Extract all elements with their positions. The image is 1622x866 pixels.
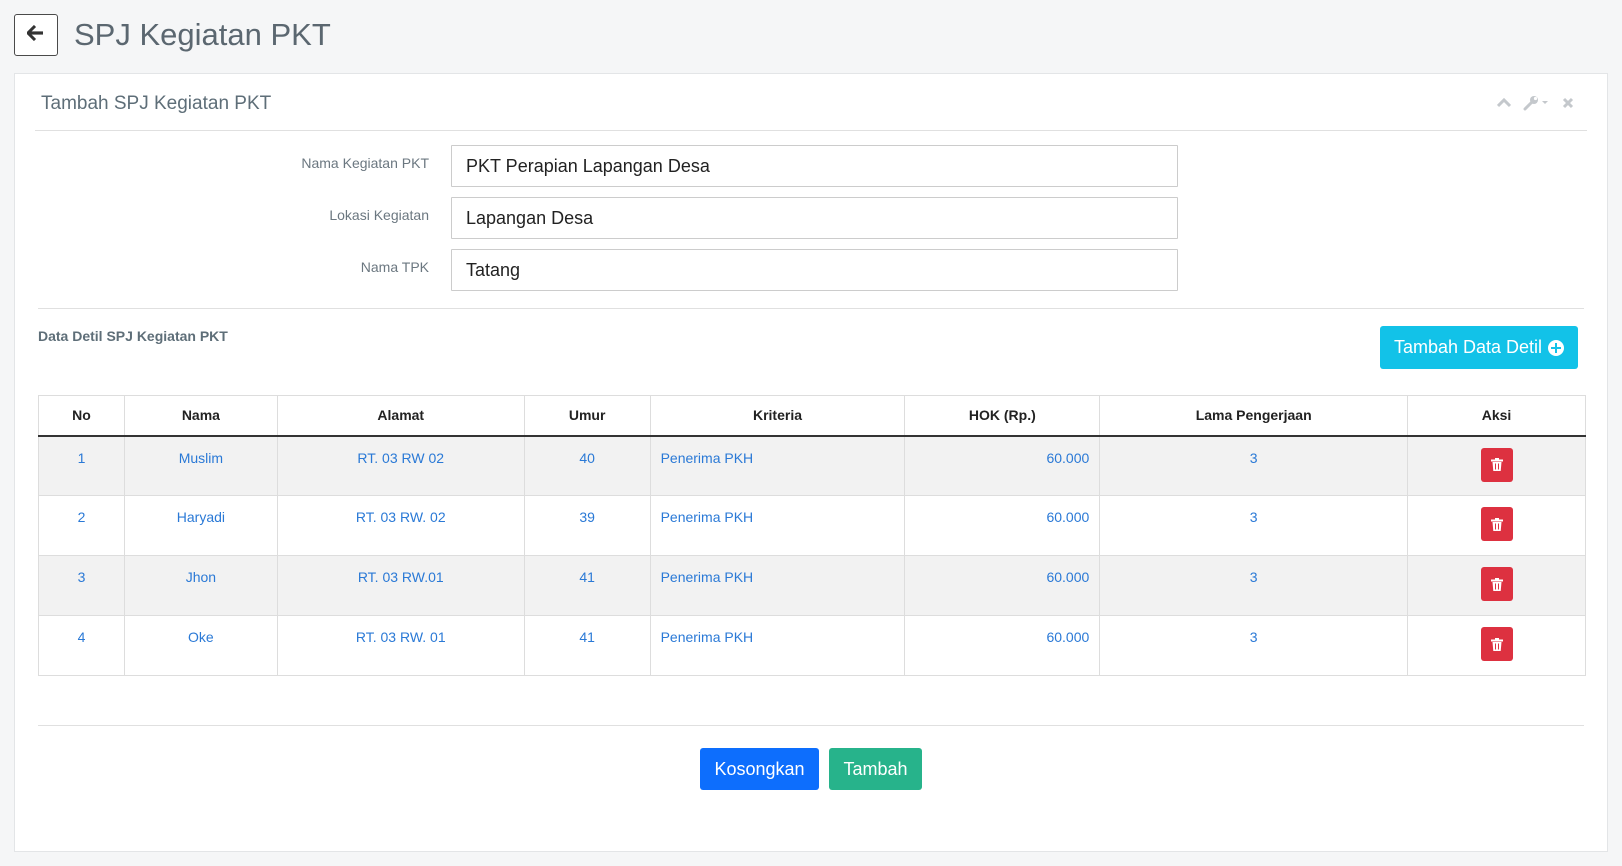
- cell-umur: 40: [523, 435, 651, 496]
- panel-title: Tambah SPJ Kegiatan PKT: [41, 93, 272, 114]
- cell-no: 2: [38, 495, 125, 556]
- reset-button[interactable]: Kosongkan: [700, 748, 819, 790]
- divider: [38, 725, 1584, 726]
- cell-nama: Muslim: [123, 435, 278, 496]
- form-actions: Kosongkan Tambah: [15, 748, 1607, 790]
- form-row-nama-kegiatan: Nama Kegiatan PKT: [15, 145, 1607, 189]
- cell-aksi: [1407, 615, 1586, 676]
- cell-kriteria: Penerima PKH: [649, 495, 906, 556]
- cell-no: 3: [38, 555, 125, 616]
- cell-no: 1: [38, 435, 125, 496]
- table-header-row: No Nama Alamat Umur Kriteria HOK (Rp.) L…: [38, 395, 1586, 437]
- delete-row-button[interactable]: [1480, 447, 1513, 482]
- form-row-nama-tpk: Nama TPK: [15, 249, 1607, 293]
- cell-kriteria: Penerima PKH: [649, 435, 906, 496]
- cell-kriteria: Penerima PKH: [649, 615, 906, 676]
- plus-circle-icon: [1548, 339, 1565, 356]
- table-row: 3 Jhon RT. 03 RW.01 41 Penerima PKH 60.0…: [38, 555, 1586, 616]
- cell-nama: Oke: [123, 615, 278, 676]
- column-header-no[interactable]: No: [38, 395, 125, 437]
- lokasi-kegiatan-input[interactable]: [451, 197, 1178, 239]
- trash-icon: [1490, 458, 1503, 471]
- cell-lama-pengerjaan: 3: [1099, 555, 1409, 616]
- cell-nama: Haryadi: [123, 495, 278, 556]
- trash-icon: [1490, 577, 1503, 591]
- cell-hok: 60.000: [904, 615, 1101, 676]
- table-row: 4 Oke RT. 03 RW. 01 41 Penerima PKH 60.0…: [38, 615, 1586, 676]
- divider: [38, 308, 1584, 309]
- wrench-icon[interactable]: [1523, 94, 1549, 112]
- page-title: SPJ Kegiatan PKT: [74, 17, 331, 52]
- chevron-up-icon[interactable]: [1495, 94, 1513, 112]
- form-panel: Tambah SPJ Kegiatan PKT Nama Kegiatan PK…: [14, 73, 1608, 852]
- cell-lama-pengerjaan: 3: [1099, 615, 1409, 676]
- lokasi-kegiatan-label: Lokasi Kegiatan: [329, 207, 429, 223]
- cell-hok: 60.000: [904, 435, 1101, 496]
- form-row-lokasi-kegiatan: Lokasi Kegiatan: [15, 197, 1607, 241]
- column-header-aksi: Aksi: [1407, 395, 1586, 437]
- nama-tpk-label: Nama TPK: [360, 259, 429, 275]
- add-detail-button[interactable]: Tambah Data Detil: [1380, 326, 1578, 369]
- cell-no: 4: [38, 615, 125, 676]
- delete-row-button[interactable]: [1480, 507, 1513, 541]
- arrow-left-icon: [26, 24, 45, 46]
- cell-kriteria: Penerima PKH: [649, 555, 906, 616]
- column-header-kriteria[interactable]: Kriteria: [649, 395, 906, 437]
- trash-icon: [1490, 637, 1503, 651]
- cell-umur: 39: [523, 495, 651, 556]
- column-header-nama[interactable]: Nama: [123, 395, 278, 437]
- cell-lama-pengerjaan: 3: [1099, 495, 1409, 556]
- detail-section-title: Data Detil SPJ Kegiatan PKT: [38, 328, 228, 344]
- nama-kegiatan-input[interactable]: [451, 145, 1178, 187]
- submit-button[interactable]: Tambah: [829, 748, 922, 790]
- page-header: SPJ Kegiatan PKT: [14, 14, 331, 56]
- nama-tpk-input[interactable]: [451, 249, 1178, 291]
- cell-aksi: [1407, 495, 1586, 556]
- column-header-alamat[interactable]: Alamat: [276, 395, 525, 437]
- close-icon[interactable]: [1559, 94, 1577, 112]
- column-header-hok[interactable]: HOK (Rp.): [904, 395, 1101, 437]
- nama-kegiatan-label: Nama Kegiatan PKT: [301, 155, 429, 171]
- cell-hok: 60.000: [904, 495, 1101, 556]
- add-detail-label: Tambah Data Detil: [1393, 337, 1543, 357]
- table-row: 1 Muslim RT. 03 RW 02 40 Penerima PKH 60…: [38, 435, 1586, 496]
- table-row: 2 Haryadi RT. 03 RW. 02 39 Penerima PKH …: [38, 495, 1586, 556]
- cell-alamat: RT. 03 RW. 01: [276, 615, 525, 676]
- delete-row-button[interactable]: [1480, 627, 1513, 661]
- cell-alamat: RT. 03 RW 02: [276, 435, 525, 496]
- cell-lama-pengerjaan: 3: [1099, 435, 1409, 496]
- detail-table: No Nama Alamat Umur Kriteria HOK (Rp.) L…: [38, 395, 1586, 676]
- cell-umur: 41: [523, 615, 651, 676]
- trash-icon: [1490, 517, 1503, 531]
- delete-row-button[interactable]: [1480, 567, 1513, 601]
- cell-aksi: [1407, 435, 1586, 496]
- cell-alamat: RT. 03 RW. 02: [276, 495, 525, 556]
- cell-hok: 60.000: [904, 555, 1101, 616]
- cell-nama: Jhon: [123, 555, 278, 616]
- panel-tools: [1495, 94, 1577, 112]
- column-header-umur[interactable]: Umur: [523, 395, 651, 437]
- cell-umur: 41: [523, 555, 651, 616]
- cell-aksi: [1407, 555, 1586, 616]
- panel-header: Tambah SPJ Kegiatan PKT: [35, 74, 1587, 131]
- cell-alamat: RT. 03 RW.01: [276, 555, 525, 616]
- back-button[interactable]: [14, 14, 58, 56]
- column-header-lama-pengerjaan[interactable]: Lama Pengerjaan: [1099, 395, 1409, 437]
